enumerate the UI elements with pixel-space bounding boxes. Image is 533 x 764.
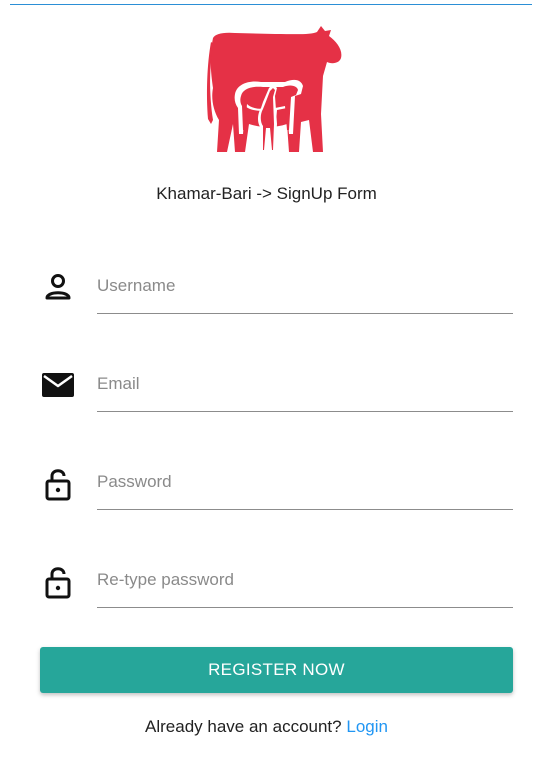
password-field-group: [0, 464, 533, 524]
retype-password-underline: [97, 607, 513, 608]
top-divider: [10, 4, 532, 5]
email-underline: [97, 411, 513, 412]
cattle-logo-icon: [207, 26, 342, 152]
email-field-group: [0, 366, 533, 426]
page-title: Khamar-Bari -> SignUp Form: [156, 184, 377, 203]
login-prompt-text: Already have an account?: [145, 717, 342, 736]
signup-page: Khamar-Bari -> SignUp Form Username Emai…: [0, 0, 533, 764]
username-input[interactable]: [97, 268, 513, 304]
password-underline: [97, 509, 513, 510]
email-input[interactable]: [97, 366, 513, 402]
username-field-group: [0, 268, 533, 328]
login-link[interactable]: Login: [346, 717, 388, 736]
person-icon: [45, 274, 71, 300]
lock-icon: [45, 469, 71, 501]
password-input[interactable]: [97, 464, 513, 500]
envelope-icon: [42, 373, 74, 397]
login-prompt: Already have an account? Login: [0, 717, 533, 737]
retype-password-field-group: [0, 562, 533, 622]
register-button[interactable]: REGISTER NOW: [40, 647, 513, 693]
lock-icon: [45, 567, 71, 599]
retype-password-input[interactable]: [97, 562, 513, 598]
username-underline: [97, 313, 513, 314]
